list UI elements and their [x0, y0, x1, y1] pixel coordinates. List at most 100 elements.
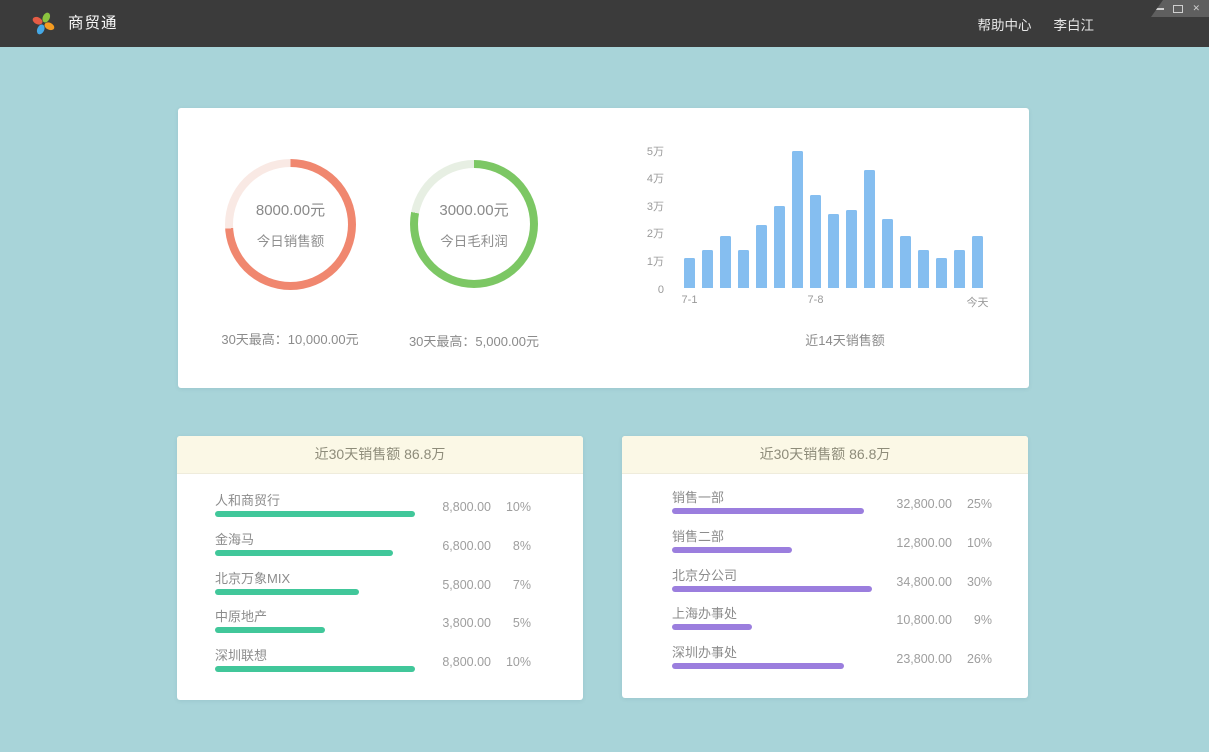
list-item-values: 6,800.008%	[417, 539, 531, 553]
customer-ranking-title: 近30天销售额 86.8万	[177, 436, 583, 474]
today-profit-label: 今日毛利润	[440, 230, 508, 250]
list-item-amount: 8,800.00	[417, 655, 491, 669]
sales-bar-chart: 01万2万3万4万5万 7-17-8今天	[618, 138, 1018, 338]
list-item-name: 北京万象MIX	[215, 568, 290, 587]
bar	[846, 210, 857, 288]
list-item: 上海办事处 10,800.009%	[672, 602, 992, 641]
list-item-values: 12,800.0010%	[878, 536, 992, 550]
list-item-percent: 26%	[952, 652, 992, 666]
bar	[756, 225, 767, 288]
y-tick-label: 4万	[628, 170, 664, 186]
today-sales-ring: 8000.00元 今日销售额	[225, 159, 356, 290]
summary-card: 8000.00元 今日销售额 30天最高：10,000.00元 3000.00元…	[178, 108, 1029, 388]
list-item-name: 深圳办事处	[672, 642, 737, 661]
bar	[918, 250, 929, 289]
list-item-percent: 10%	[491, 655, 531, 669]
list-item-amount: 23,800.00	[878, 652, 952, 666]
list-item-percent: 10%	[952, 536, 992, 550]
department-ranking-rows: 销售一部 32,800.0025% 销售二部 12,800.0010% 北京分公司 34,…	[622, 474, 1028, 680]
list-item-progress-bar	[215, 589, 359, 595]
list-item-progress-bar	[215, 511, 415, 517]
bar	[954, 250, 965, 289]
list-item-progress-bar	[215, 550, 393, 556]
list-item-name: 金海马	[215, 529, 254, 548]
y-tick-label: 1万	[628, 253, 664, 269]
today-profit-ring-center: 3000.00元 今日毛利润	[418, 168, 530, 280]
list-item-values: 34,800.0030%	[878, 575, 992, 589]
list-item-progress-bar	[672, 586, 872, 592]
bar	[738, 250, 749, 289]
list-item-percent: 25%	[952, 497, 992, 511]
list-item: 金海马 6,800.008%	[215, 528, 531, 567]
list-item-name: 销售二部	[672, 526, 724, 545]
list-item-values: 5,800.007%	[417, 578, 531, 592]
list-item: 销售二部 12,800.0010%	[672, 525, 992, 564]
list-item-name: 上海办事处	[672, 603, 737, 622]
titlebar-menu: 帮助中心 李白江	[978, 0, 1095, 47]
list-item-values: 23,800.0026%	[878, 652, 992, 666]
list-item-amount: 5,800.00	[417, 578, 491, 592]
department-ranking-card: 近30天销售额 86.8万 销售一部 32,800.0025% 销售二部 12,800…	[622, 436, 1028, 698]
list-item-progress-bar	[672, 624, 752, 630]
bar-chart-caption: 近14天销售额	[648, 330, 1042, 349]
y-tick-label: 3万	[628, 198, 664, 214]
customer-ranking-card: 近30天销售额 86.8万 人和商贸行8,800.0010%金海马6,800.0…	[177, 436, 583, 700]
list-item-progress-bar	[672, 663, 844, 669]
bar	[774, 206, 785, 289]
list-item-progress-bar	[215, 666, 415, 672]
bar-plot	[684, 151, 984, 289]
x-tick-label: 7-8	[808, 294, 824, 306]
list-item-progress-bar	[672, 508, 864, 514]
minimize-icon[interactable]	[1156, 8, 1164, 10]
list-item: 销售一部 32,800.0025%	[672, 486, 992, 525]
y-tick-label: 5万	[628, 143, 664, 159]
list-item-name: 北京分公司	[672, 565, 737, 584]
list-item-amount: 8,800.00	[417, 500, 491, 514]
close-icon[interactable]: ✕	[1192, 4, 1200, 13]
user-menu[interactable]: 李白江	[1054, 14, 1095, 34]
x-tick-label: 7-1	[682, 294, 698, 306]
bar	[810, 195, 821, 289]
list-item-name: 人和商贸行	[215, 490, 280, 509]
bar	[972, 236, 983, 288]
list-item-percent: 9%	[952, 613, 992, 627]
list-item: 北京分公司 34,800.0030%	[672, 564, 992, 603]
window-controls: ✕	[1151, 0, 1209, 17]
today-profit-30d-max: 30天最高：5,000.00元	[364, 331, 584, 350]
maximize-icon[interactable]	[1173, 5, 1183, 13]
bar	[864, 170, 875, 288]
list-item: 深圳联想8,800.0010%	[215, 644, 531, 683]
department-ranking-title: 近30天销售额 86.8万	[622, 436, 1028, 474]
list-item: 中原地产3,800.005%	[215, 605, 531, 644]
bar	[720, 236, 731, 288]
list-item-percent: 8%	[491, 539, 531, 553]
help-center-link[interactable]: 帮助中心	[978, 14, 1032, 34]
list-item-amount: 32,800.00	[878, 497, 952, 511]
today-sales-value: 8000.00元	[256, 199, 325, 220]
bar	[882, 219, 893, 288]
list-item-values: 8,800.0010%	[417, 655, 531, 669]
y-tick-label: 0	[628, 284, 664, 296]
list-item-percent: 30%	[952, 575, 992, 589]
customer-ranking-rows: 人和商贸行8,800.0010%金海马6,800.008%北京万象MIX5,80…	[177, 474, 583, 683]
list-item-percent: 7%	[491, 578, 531, 592]
app-logo-pinwheel-icon	[30, 10, 57, 37]
list-item-amount: 12,800.00	[878, 536, 952, 550]
list-item-values: 32,800.0025%	[878, 497, 992, 511]
bar	[936, 258, 947, 288]
list-item: 北京万象MIX 5,800.007%	[215, 567, 531, 606]
list-item-name: 销售一部	[672, 487, 724, 506]
list-item: 深圳办事处 23,800.0026%	[672, 641, 992, 680]
list-item-amount: 10,800.00	[878, 613, 952, 627]
list-item-values: 8,800.0010%	[417, 500, 531, 514]
today-profit-ring: 3000.00元 今日毛利润	[410, 160, 538, 288]
list-item-values: 10,800.009%	[878, 613, 992, 627]
list-item-progress-bar	[672, 547, 792, 553]
today-sales-ring-center: 8000.00元 今日销售额	[233, 167, 348, 282]
bar	[684, 258, 695, 288]
y-axis: 01万2万3万4万5万	[628, 151, 664, 289]
list-item-progress-bar	[215, 627, 325, 633]
today-sales-label: 今日销售额	[257, 230, 325, 250]
bar	[792, 151, 803, 289]
bar	[702, 250, 713, 289]
